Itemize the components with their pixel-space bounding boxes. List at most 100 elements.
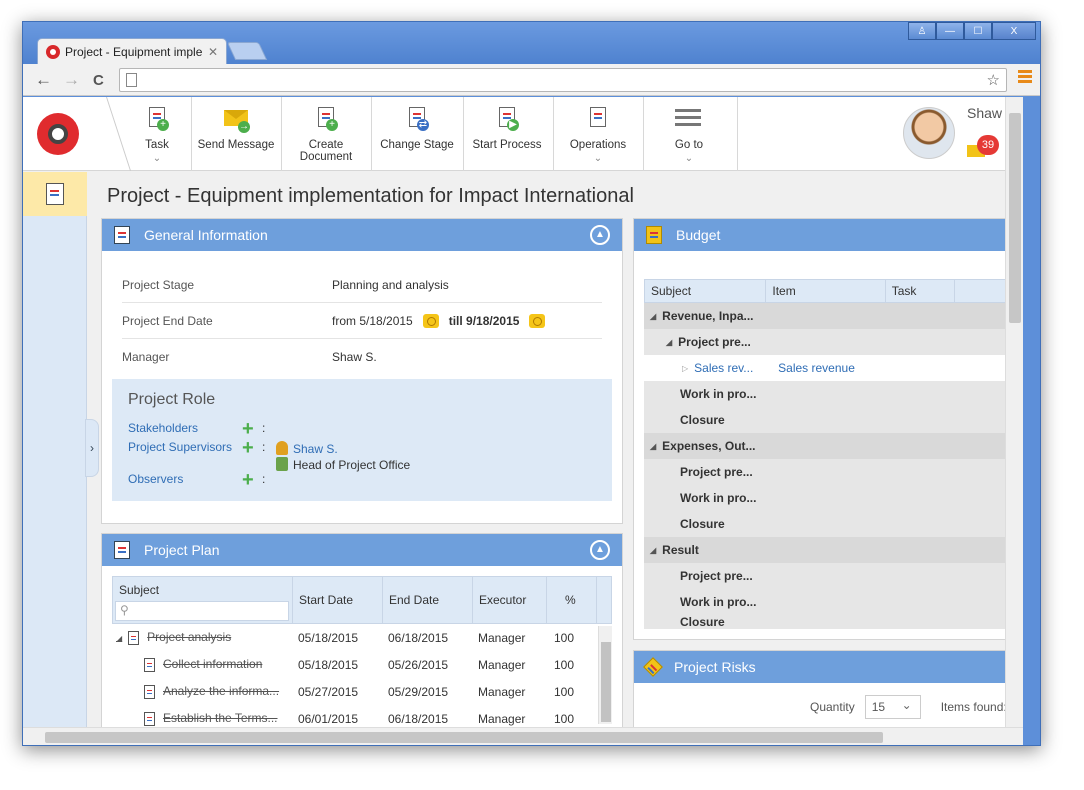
clock-icon[interactable] [529, 313, 546, 328]
maximize-button[interactable]: ☐ [964, 22, 992, 40]
collapse-row-icon[interactable]: ◢ [650, 442, 656, 451]
field-project-stage: Project Stage Planning and analysis [122, 267, 602, 303]
row-subject[interactable]: ◢ Project analysis [112, 630, 292, 645]
collapse-row-icon[interactable]: ◢ [666, 338, 672, 347]
scrollbar-thumb[interactable] [601, 642, 611, 722]
budget-header[interactable]: Budget [634, 219, 1023, 251]
row-subject: Closure [680, 517, 725, 531]
column-executor[interactable]: Executor [473, 577, 547, 623]
column-percent[interactable]: % [547, 577, 597, 623]
page-vertical-scrollbar[interactable] [1005, 97, 1023, 727]
collapse-icon[interactable]: ▲ [590, 540, 610, 560]
add-observer-icon[interactable]: + [242, 470, 254, 490]
table-row[interactable]: ▷ Sales rev... Sales revenue [644, 355, 1023, 381]
avatar[interactable] [903, 107, 955, 159]
clock-icon[interactable] [422, 313, 439, 328]
subject-filter-input[interactable]: ⚲ [115, 601, 289, 621]
field-label: Project End Date [122, 313, 213, 328]
create-document-button[interactable]: + Create Document [287, 97, 365, 171]
supervisor-name-link[interactable]: Shaw S. [293, 442, 338, 456]
add-supervisor-icon[interactable]: + [242, 438, 254, 458]
table-row[interactable]: Collect information 05/18/2015 05/26/201… [112, 651, 612, 678]
expand-icon[interactable]: ◢ [116, 634, 122, 643]
manager-link[interactable]: Shaw S. [332, 350, 377, 364]
new-tab-button[interactable] [226, 42, 268, 60]
column-item[interactable]: Item [766, 280, 886, 302]
project-supervisors-link[interactable]: Project Supervisors [128, 440, 232, 454]
row-subject[interactable]: Collect information [112, 657, 292, 672]
collapse-row-icon[interactable]: ◢ [650, 312, 656, 321]
reload-icon[interactable]: C [93, 72, 104, 89]
table-row[interactable]: Project pre... [644, 459, 1023, 485]
close-window-button[interactable]: X [992, 22, 1036, 40]
document-icon [46, 183, 64, 205]
quantity-label: Quantity [810, 700, 855, 714]
start-process-button[interactable]: ▶ Start Process [469, 97, 545, 171]
table-row[interactable]: Work in pro... [644, 485, 1023, 511]
table-row[interactable]: Work in pro... [644, 381, 1023, 407]
table-row[interactable]: Project pre... [644, 563, 1023, 589]
scrollbar-thumb[interactable] [45, 732, 883, 743]
table-row[interactable]: ◢ Project pre... [644, 329, 1023, 355]
risk-pager: Quantity 15 Items found: 4 [810, 695, 1017, 719]
project-risks-header[interactable]: Project Risks [634, 651, 1023, 683]
column-subject[interactable]: Subject [645, 280, 767, 302]
scrollbar-thumb[interactable] [1009, 113, 1021, 323]
go-to-button[interactable]: Go to ⌄ [655, 97, 723, 171]
sidebar-item-document[interactable] [23, 172, 87, 216]
user-profile-button[interactable]: ♙ [908, 22, 936, 40]
table-row[interactable]: Establish the Terms... 06/01/2015 06/18/… [112, 705, 612, 727]
table-row[interactable]: Work in pro... [644, 589, 1023, 615]
send-message-label: Send Message [197, 139, 275, 151]
table-row[interactable]: Closure [644, 407, 1023, 433]
row-subject[interactable]: Establish the Terms... [112, 711, 292, 726]
back-icon[interactable]: ← [35, 70, 52, 90]
executor: Manager [478, 657, 526, 672]
forward-icon[interactable]: → [63, 70, 80, 90]
row-subject: Project pre... [678, 335, 751, 349]
subject-text: Establish the Terms... [163, 711, 278, 726]
browser-menu-icon[interactable] [1018, 70, 1032, 86]
table-row[interactable]: ◢ Result [644, 537, 1023, 563]
bookmark-star-icon[interactable]: ☆ [987, 71, 1000, 89]
app-logo[interactable] [37, 113, 79, 155]
table-row[interactable]: Closure [644, 615, 1023, 629]
table-row[interactable]: Analyze the informa... 05/27/2015 05/29/… [112, 678, 612, 705]
table-row[interactable]: ◢ Revenue, Inpa... [644, 303, 1023, 329]
table-row[interactable]: ◢ Project analysis 05/18/2015 06/18/2015 … [112, 624, 612, 651]
page-horizontal-scrollbar[interactable] [23, 727, 1023, 745]
collapse-icon[interactable]: ▲ [590, 225, 610, 245]
row-item[interactable]: Sales revenue [778, 361, 855, 375]
message-count-badge[interactable]: 39 [977, 135, 999, 155]
change-stage-button[interactable]: ⇄ Change Stage [377, 97, 457, 171]
row-subject: Result [662, 543, 699, 557]
minimize-button[interactable]: — [936, 22, 964, 40]
project-plan-header[interactable]: Project Plan ▲ [102, 534, 622, 566]
operations-button[interactable]: Operations ⌄ [563, 97, 633, 171]
column-subject[interactable]: Subject ⚲ [113, 577, 293, 623]
tab-close-icon[interactable]: ✕ [208, 45, 218, 59]
observers-link[interactable]: Observers [128, 472, 183, 486]
collapse-row-icon[interactable]: ◢ [650, 546, 656, 555]
browser-tab[interactable]: Project - Equipment imple ✕ [37, 38, 227, 64]
expand-row-icon[interactable]: ▷ [682, 364, 688, 373]
column-end-date[interactable]: End Date [383, 577, 473, 623]
row-subject[interactable]: Analyze the informa... [112, 684, 292, 699]
plan-scrollbar[interactable] [598, 626, 612, 724]
stakeholders-link[interactable]: Stakeholders [128, 421, 198, 435]
send-message-button[interactable]: → Send Message [195, 97, 277, 171]
sidebar-expand-handle[interactable]: › [85, 419, 99, 477]
till-date-value[interactable]: till 9/18/2015 [449, 314, 520, 328]
from-date-value[interactable]: from 5/18/2015 [332, 314, 413, 328]
address-bar[interactable]: ☆ [119, 68, 1007, 92]
column-start-date[interactable]: Start Date [293, 577, 383, 623]
column-task[interactable]: Task [886, 280, 956, 302]
table-row[interactable]: ◢ Expenses, Out... [644, 433, 1023, 459]
quantity-select[interactable]: 15 [864, 695, 921, 719]
task-button[interactable]: + Task ⌄ [127, 97, 187, 171]
row-subject[interactable]: Sales rev... [694, 361, 762, 375]
table-row[interactable]: Closure [644, 511, 1023, 537]
field-value[interactable]: Planning and analysis [332, 278, 449, 292]
general-information-header[interactable]: General Information ▲ [102, 219, 622, 251]
add-stakeholder-icon[interactable]: + [242, 419, 254, 439]
